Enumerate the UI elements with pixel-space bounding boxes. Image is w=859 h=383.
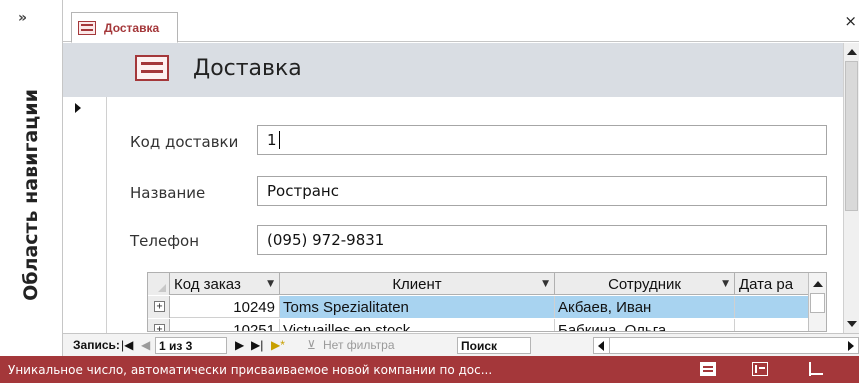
table-row[interactable]: + 10249 Toms Spezialitaten Акбаев, Иван [148, 296, 826, 318]
chevron-down-icon[interactable]: ▼ [267, 279, 274, 289]
tab-dostavka[interactable]: Доставка [71, 12, 178, 43]
expand-icon[interactable]: + [154, 301, 165, 312]
page-title: Доставка [193, 56, 302, 81]
field-label-name: Название [130, 184, 206, 202]
tab-label: Доставка [104, 20, 160, 35]
cell-date[interactable] [735, 319, 810, 331]
row-selector[interactable]: + [148, 319, 170, 331]
table-row[interactable]: + 10251 Victuailles en stock Бабкина, Ол… [148, 319, 826, 331]
navigation-pane-label-wrap[interactable]: Область навигации [10, 70, 52, 320]
field-label-phone: Телефон [130, 232, 200, 250]
filter-status[interactable]: Нет фильтра [323, 338, 395, 352]
cell-employee[interactable]: Акбаев, Иван [555, 296, 735, 318]
row-selector[interactable]: + [148, 296, 170, 318]
horizontal-scrollbar[interactable] [593, 337, 859, 354]
column-header-date[interactable]: Дата ра [735, 273, 810, 295]
expand-icon[interactable]: + [154, 324, 165, 331]
record-position-input[interactable]: 1 из 3 [155, 337, 227, 354]
text-caret [278, 131, 280, 149]
new-record-button[interactable]: ▶* [271, 338, 285, 352]
status-bar: Уникальное число, автоматически присваив… [0, 356, 859, 383]
navigation-pane-label[interactable]: Область навигации [20, 89, 42, 301]
cell-order-id[interactable]: 10249 [170, 296, 280, 318]
column-header-client[interactable]: Клиент ▼ [280, 273, 555, 295]
orders-subform: Код заказ ▼ Клиент ▼ Сотрудник ▼ Дата ра + … [147, 272, 827, 332]
cell-order-id[interactable]: 10251 [170, 319, 280, 331]
kod-dostavki-field[interactable]: 1 [257, 125, 827, 155]
scroll-thumb[interactable] [845, 61, 858, 211]
scroll-right-icon[interactable] [848, 341, 854, 351]
kod-dostavki-value: 1 [267, 131, 277, 149]
prev-record-button[interactable]: ◀ [141, 338, 150, 352]
record-navigation-bar: Запись: |◀ ◀ 1 из 3 ▶ ▶| ▶* ⊻ Нет фильтр… [63, 333, 859, 356]
filter-icon[interactable]: ⊻ [307, 338, 316, 352]
datasheet-view-icon[interactable] [752, 362, 768, 376]
cell-date[interactable] [735, 296, 810, 318]
chevron-down-icon[interactable]: ▼ [722, 279, 729, 289]
scroll-up-icon[interactable] [847, 49, 857, 55]
nazvanie-field[interactable]: Ространс [257, 176, 827, 206]
scroll-left-icon[interactable] [598, 341, 604, 351]
subform-vertical-scrollbar[interactable] [808, 273, 826, 331]
record-label: Запись: [73, 338, 120, 352]
search-input[interactable]: Поиск [457, 337, 531, 354]
last-record-button[interactable]: ▶| [251, 338, 263, 352]
access-window: » Область навигации Доставка × Доставка … [0, 0, 859, 383]
nazvanie-value: Ространс [267, 182, 339, 200]
cell-client[interactable]: Victuailles en stock [280, 319, 555, 331]
navigation-pane: » Область навигации [0, 0, 63, 356]
scroll-up-icon[interactable] [813, 281, 823, 287]
layout-view-icon[interactable] [808, 362, 824, 376]
next-record-button[interactable]: ▶ [235, 338, 244, 352]
chevron-down-icon[interactable]: ▼ [542, 279, 549, 289]
first-record-button[interactable]: |◀ [121, 338, 133, 352]
cell-client[interactable]: Toms Spezialitaten [280, 296, 555, 318]
form-header: Доставка [63, 43, 843, 97]
close-icon[interactable]: × [844, 12, 857, 30]
datasheet-header: Код заказ ▼ Клиент ▼ Сотрудник ▼ Дата ра [148, 273, 826, 295]
form-vertical-scrollbar[interactable] [843, 43, 859, 333]
form-icon [78, 20, 96, 35]
form-view-icon[interactable] [700, 362, 716, 376]
nav-expand-icon[interactable]: » [18, 10, 27, 26]
select-all-corner[interactable] [148, 273, 170, 295]
scroll-thumb[interactable] [810, 293, 825, 313]
telefon-value: (095) 972-9831 [267, 231, 385, 249]
cell-employee[interactable]: Бабкина, Ольга [555, 319, 735, 331]
column-header-order[interactable]: Код заказ ▼ [170, 273, 280, 295]
field-label-kod: Код доставки [130, 133, 239, 151]
telefon-field[interactable]: (095) 972-9831 [257, 225, 827, 255]
form-icon [135, 55, 169, 81]
document-tab-bar: Доставка × [63, 0, 859, 43]
scroll-down-icon[interactable] [847, 321, 857, 327]
status-text: Уникальное число, автоматически присваив… [8, 363, 493, 377]
record-selector[interactable] [63, 97, 107, 333]
current-record-icon [75, 103, 81, 113]
column-header-employee[interactable]: Сотрудник ▼ [555, 273, 735, 295]
